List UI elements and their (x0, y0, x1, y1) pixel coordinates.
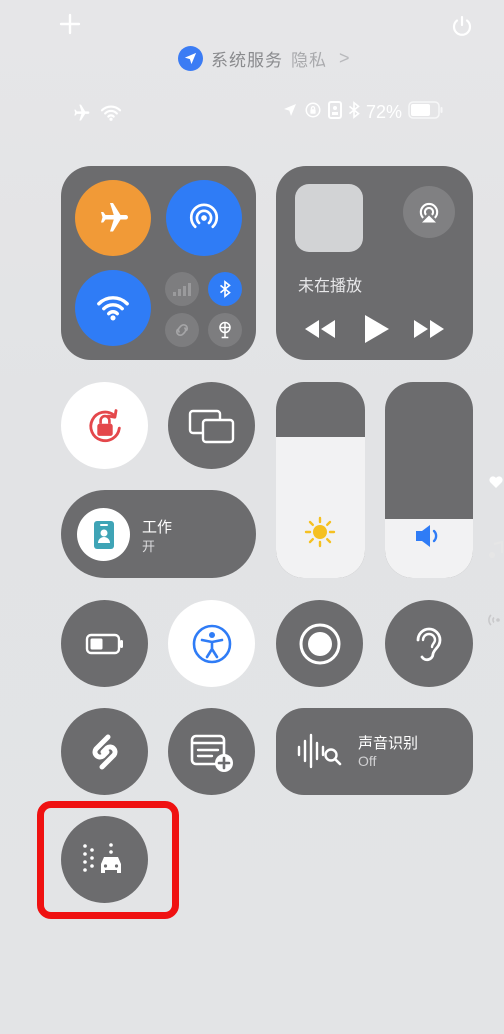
wifi-status-icon (100, 104, 122, 127)
album-art-placeholder (295, 184, 363, 252)
focus-title: 工作 (142, 519, 173, 536)
airdrop-icon (189, 203, 219, 229)
focus-status: 开 (142, 539, 156, 554)
sun-icon (304, 516, 336, 553)
status-right: 72% (282, 101, 444, 124)
broadcast-icon (488, 612, 504, 633)
accessibility-shortcut-button[interactable] (168, 600, 255, 687)
sound-recognition-icon (296, 731, 344, 776)
airdrop-button[interactable] (166, 180, 242, 256)
brightness-slider[interactable] (276, 382, 365, 578)
bluetooth-icon (348, 101, 360, 124)
screen-mirroring-icon (188, 409, 234, 443)
sound-recognition-status: Off (358, 753, 377, 769)
ear-icon (416, 627, 442, 661)
quick-note-icon (190, 734, 233, 772)
chevron-right-icon: > (339, 47, 350, 68)
hearing-button[interactable] (385, 600, 473, 687)
heart-icon (488, 474, 504, 495)
rotation-lock-button[interactable] (61, 382, 148, 469)
speaker-icon (413, 522, 445, 555)
battery-percent: 72% (366, 102, 403, 122)
shazam-button[interactable] (61, 708, 148, 795)
power-icon[interactable] (450, 14, 474, 38)
sound-recognition-title: 声音识别 (358, 735, 419, 752)
link-chain-icon (175, 323, 189, 337)
rotation-lock-active-icon (88, 408, 121, 442)
location-arrow-icon (178, 45, 203, 71)
vpn-button[interactable] (165, 313, 199, 347)
location-icon (282, 102, 298, 123)
screen-mirroring-button[interactable] (168, 382, 255, 469)
bluetooth-button[interactable] (208, 272, 242, 306)
screen-recording-button[interactable] (276, 600, 363, 687)
location-privacy-banner[interactable]: 系统服务 隐私 > (178, 44, 350, 72)
play-icon[interactable] (362, 313, 390, 350)
focus-work-icon (77, 508, 130, 561)
battery-outline-icon (85, 633, 123, 654)
quick-note-button[interactable] (168, 708, 255, 795)
add-icon[interactable] (58, 12, 82, 36)
rotation-lock-icon (304, 101, 322, 124)
wifi-icon (97, 296, 129, 321)
status-left (70, 103, 122, 128)
accessibility-icon (192, 624, 231, 663)
airplay-button[interactable] (403, 186, 455, 238)
airplay-icon (419, 202, 439, 223)
focus-badge-icon (328, 101, 342, 124)
airplane-mode-button[interactable] (75, 180, 151, 256)
hotspot-button[interactable] (208, 313, 242, 347)
previous-track-icon[interactable] (303, 318, 337, 345)
privacy-label: 隐私 (291, 50, 327, 70)
cellular-signal-icon (173, 283, 191, 296)
airplane-status-icon (70, 103, 92, 128)
globe-stand-icon (219, 321, 231, 339)
music-note-icon (488, 540, 504, 564)
cellular-button[interactable] (165, 272, 199, 306)
battery-icon (408, 101, 444, 124)
brightness-fill (276, 436, 365, 578)
next-track-icon[interactable] (412, 318, 446, 345)
bluetooth-toggle-icon (219, 280, 231, 298)
low-power-mode-button[interactable] (61, 600, 148, 687)
highlight-box (37, 801, 179, 919)
wifi-button[interactable] (75, 270, 151, 346)
volume-slider[interactable] (385, 382, 473, 578)
system-services-label: 系统服务 (211, 50, 283, 70)
now-playing-label: 未在播放 (298, 278, 363, 295)
airplane-icon (101, 203, 128, 232)
shazam-icon (92, 734, 117, 769)
record-icon (299, 623, 340, 664)
